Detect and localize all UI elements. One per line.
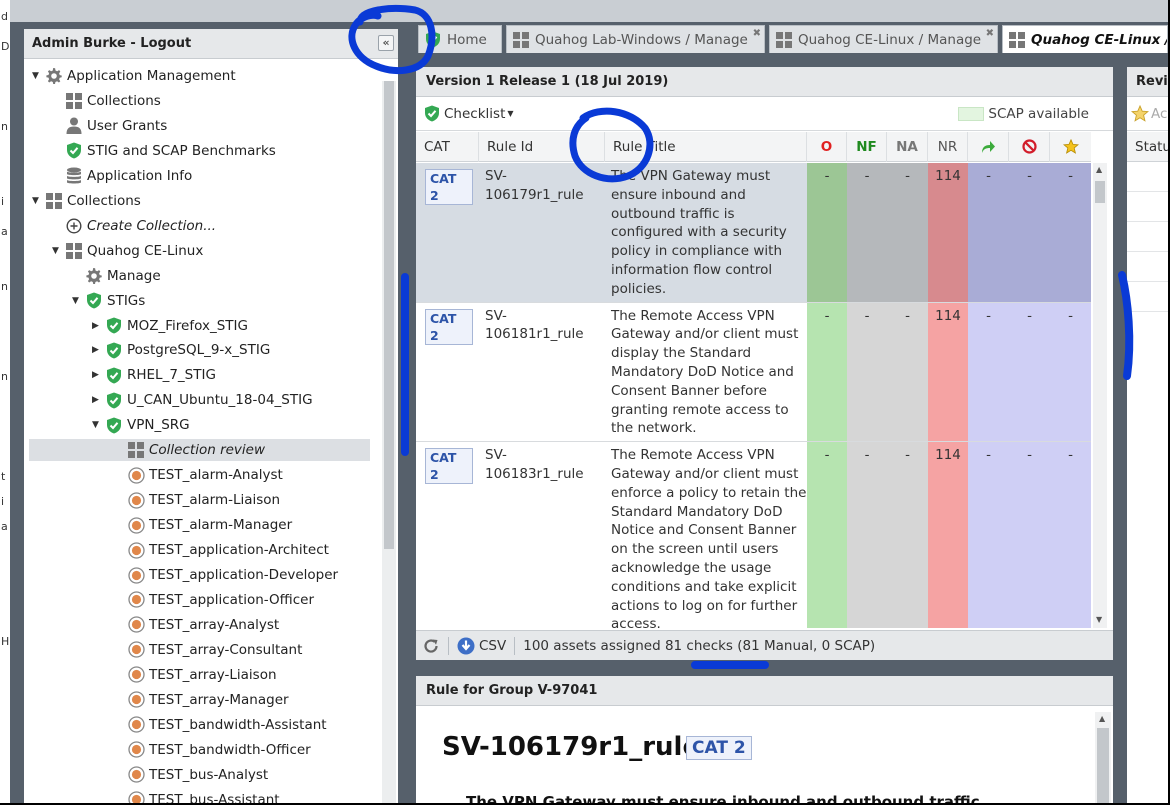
annotation-circle-rule-title — [569, 107, 654, 183]
annotation-circle-collapse — [348, 5, 436, 75]
app-frame: dDnianntiaH Admin Burke - Logout « ▼ Appl… — [0, 0, 1168, 803]
annotation-layer — [348, 5, 1134, 669]
annotation-line-right-splitter — [1118, 271, 1134, 380]
